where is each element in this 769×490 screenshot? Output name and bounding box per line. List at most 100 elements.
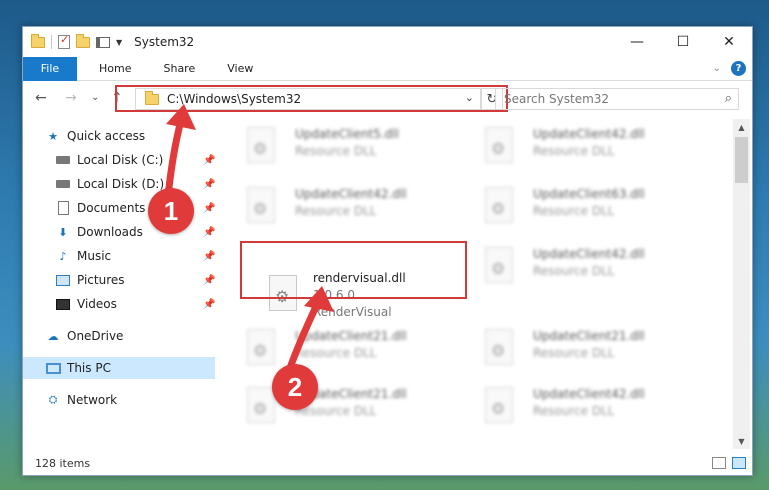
pin-icon[interactable]: 📌	[203, 179, 215, 190]
file-item[interactable]: ⚙ UpdateClient21.dll Resource DLL	[483, 325, 719, 379]
tab-home[interactable]: Home	[77, 57, 147, 81]
file-description: Resource DLL	[533, 144, 615, 158]
gear-icon: ⚙	[253, 139, 268, 158]
file-name: UpdateClient42.dll	[295, 187, 407, 201]
search-box[interactable]: Search System32 ⌕	[495, 88, 739, 110]
gear-icon: ⚙	[253, 399, 268, 418]
navigation-bar: ← → ⌄ ↑ C:\Windows\System32 ⌄ ↻ Search S…	[23, 85, 752, 115]
vertical-scrollbar[interactable]: ▲ ▼	[733, 119, 750, 449]
file-name: UpdateClient42.dll	[533, 387, 645, 401]
divider	[51, 35, 52, 49]
folder-icon	[31, 33, 45, 48]
sidebar-item-downloads[interactable]: ⬇ Downloads	[55, 221, 143, 243]
file-description: Resource DLL	[295, 144, 377, 158]
maximize-button[interactable]: ☐	[660, 27, 706, 57]
star-icon: ★	[48, 129, 58, 143]
sidebar-item-local-disk-c[interactable]: Local Disk (C:)	[55, 149, 163, 171]
sidebar-item-label: OneDrive	[67, 329, 124, 343]
gear-icon: ⚙	[491, 199, 506, 218]
close-button[interactable]: ✕	[706, 27, 752, 57]
documents-icon	[57, 201, 69, 215]
file-item[interactable]: ⚙ UpdateClient42.dll Resource DLL	[483, 243, 719, 297]
sidebar-item-music[interactable]: ♪ Music	[55, 245, 111, 267]
window-controls: — ☐ ✕	[614, 27, 752, 57]
file-item[interactable]: ⚙ UpdateClient42.dll Resource DLL	[483, 123, 719, 177]
sidebar-item-onedrive[interactable]: ☁ OneDrive	[45, 325, 124, 347]
gear-icon: ⚙	[491, 399, 506, 418]
file-description: Resource DLL	[295, 346, 377, 360]
drive-icon	[56, 156, 70, 164]
customize-toolbar-dropdown-icon[interactable]: ▼	[116, 38, 122, 47]
file-highlight-box	[240, 241, 467, 299]
window-title: System32	[134, 35, 195, 49]
tiles-view-icon[interactable]	[732, 457, 746, 469]
gear-icon: ⚙	[491, 139, 506, 158]
file-description: Resource DLL	[533, 404, 615, 418]
music-icon: ♪	[59, 249, 67, 263]
sidebar-item-local-disk-d[interactable]: Local Disk (D:)	[55, 173, 164, 195]
sidebar-item-network[interactable]: ⛭ Network	[45, 389, 118, 411]
details-view-icon[interactable]	[712, 457, 726, 469]
this-pc-icon	[45, 362, 61, 374]
gear-icon: ⚙	[491, 341, 506, 360]
file-item[interactable]: ⚙ UpdateClient5.dll Resource DLL	[245, 123, 481, 177]
sidebar-item-label: Local Disk (C:)	[77, 153, 164, 167]
pictures-icon	[56, 274, 70, 286]
sidebar-item-label: Network	[67, 393, 118, 407]
file-item[interactable]: ⚙ UpdateClient42.dll Resource DLL	[483, 383, 719, 437]
tab-view[interactable]: View	[211, 57, 269, 81]
file-item[interactable]: ⚙ UpdateClient42.dll Resource DLL	[245, 183, 481, 237]
tab-file[interactable]: File	[23, 56, 77, 81]
back-button[interactable]: ←	[35, 90, 47, 106]
videos-icon	[56, 298, 70, 310]
sidebar-item-documents[interactable]: Documents	[55, 197, 145, 219]
expand-ribbon-icon[interactable]: ⌄	[713, 63, 721, 74]
gear-icon: ⚙	[253, 341, 268, 360]
minimize-button[interactable]: —	[614, 27, 660, 57]
forward-button[interactable]: →	[65, 90, 77, 106]
sidebar-item-videos[interactable]: Videos	[55, 293, 117, 315]
pin-icon[interactable]: 📌	[203, 299, 215, 310]
step-2-badge: 2	[272, 364, 318, 410]
quick-access-toolbar: ▼	[31, 33, 122, 49]
file-name: UpdateClient21.dll	[295, 329, 407, 343]
view-switcher	[712, 457, 746, 469]
title-bar: ▼ System32 — ☐ ✕	[23, 27, 752, 57]
ribbon-tabs: File Home Share View ⌄ ?	[23, 56, 752, 81]
sidebar-item-label: Music	[77, 249, 112, 263]
sidebar-item-label: Pictures	[77, 273, 125, 287]
file-description: Resource DLL	[295, 204, 377, 218]
pin-icon[interactable]: 📌	[203, 155, 215, 166]
sidebar-item-label: This PC	[67, 361, 111, 375]
file-name: UpdateClient42.dll	[533, 247, 645, 261]
scroll-thumb[interactable]	[735, 137, 748, 183]
view-icon[interactable]	[96, 36, 110, 48]
file-name: UpdateClient5.dll	[295, 127, 399, 141]
file-name: UpdateClient63.dll	[533, 187, 645, 201]
properties-icon[interactable]	[58, 33, 70, 49]
sidebar-item-pictures[interactable]: Pictures	[55, 269, 125, 291]
help-icon[interactable]: ?	[731, 61, 746, 76]
gear-icon: ⚙	[491, 259, 506, 278]
file-item[interactable]: ⚙ UpdateClient63.dll Resource DLL	[483, 183, 719, 237]
ribbon-right: ⌄ ?	[713, 61, 746, 76]
file-description: RenderVisual	[313, 305, 392, 319]
tab-share[interactable]: Share	[147, 57, 211, 81]
item-count: 128 items	[35, 456, 91, 470]
status-bar: 128 items	[23, 451, 752, 475]
network-icon: ⛭	[48, 393, 58, 406]
new-folder-icon[interactable]	[76, 33, 90, 48]
search-input[interactable]: Search System32	[504, 92, 609, 106]
sidebar-item-this-pc[interactable]: This PC	[23, 357, 215, 379]
step-1-badge: 1	[148, 188, 194, 234]
pin-icon[interactable]: 📌	[203, 275, 215, 286]
recent-locations-button[interactable]: ⌄	[91, 92, 99, 103]
pin-icon[interactable]: 📌	[203, 203, 215, 214]
pin-icon[interactable]: 📌	[203, 251, 215, 262]
sidebar-item-quick-access[interactable]: ★ Quick access	[45, 125, 145, 147]
scroll-down-icon[interactable]: ▼	[733, 433, 750, 449]
scroll-up-icon[interactable]: ▲	[733, 119, 750, 135]
file-description: Resource DLL	[533, 264, 615, 278]
search-icon[interactable]: ⌕	[725, 91, 732, 106]
pin-icon[interactable]: 📌	[203, 227, 215, 238]
